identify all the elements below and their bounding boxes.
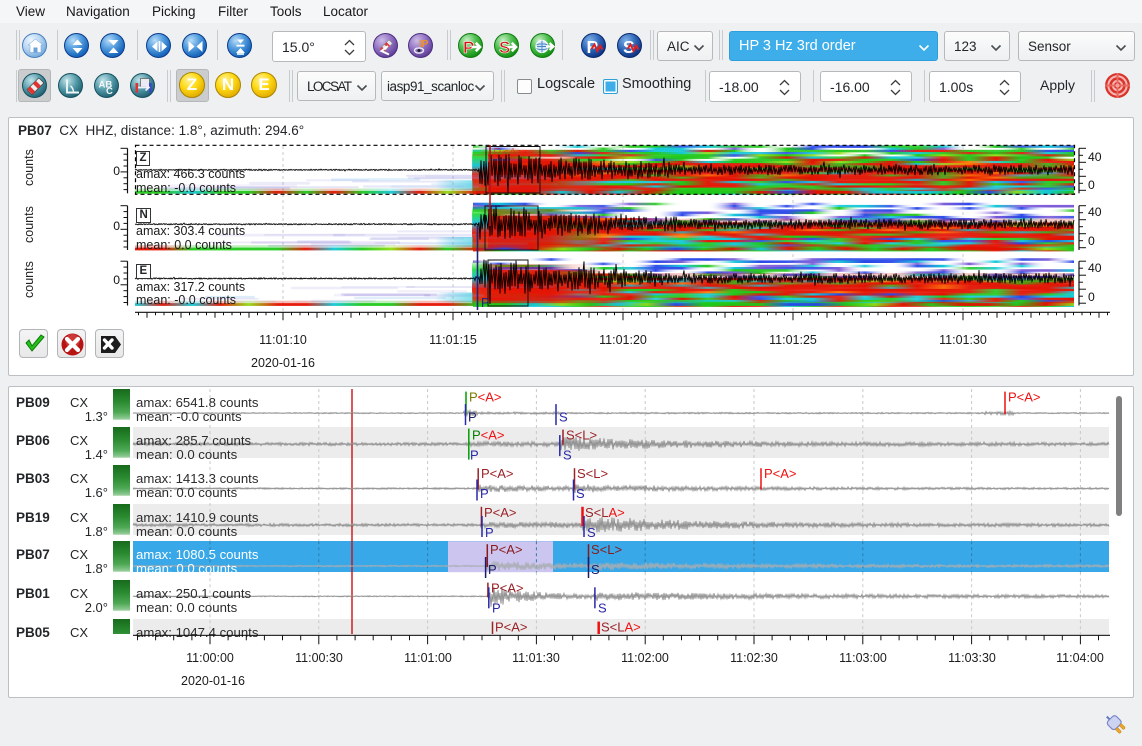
svg-text:2020-01-16: 2020-01-16 xyxy=(181,674,245,688)
svg-text:11:04:00: 11:04:00 xyxy=(1056,651,1104,665)
svg-text:11:03:00: 11:03:00 xyxy=(839,651,887,665)
svg-text:11:00:00: 11:00:00 xyxy=(186,651,234,665)
svg-text:11:01:00: 11:01:00 xyxy=(404,651,452,665)
svg-text:11:01:30: 11:01:30 xyxy=(512,651,560,665)
svg-text:11:02:30: 11:02:30 xyxy=(730,651,778,665)
svg-text:11:02:00: 11:02:00 xyxy=(621,651,669,665)
svg-text:11:00:30: 11:00:30 xyxy=(295,651,343,665)
svg-text:11:03:30: 11:03:30 xyxy=(948,651,996,665)
